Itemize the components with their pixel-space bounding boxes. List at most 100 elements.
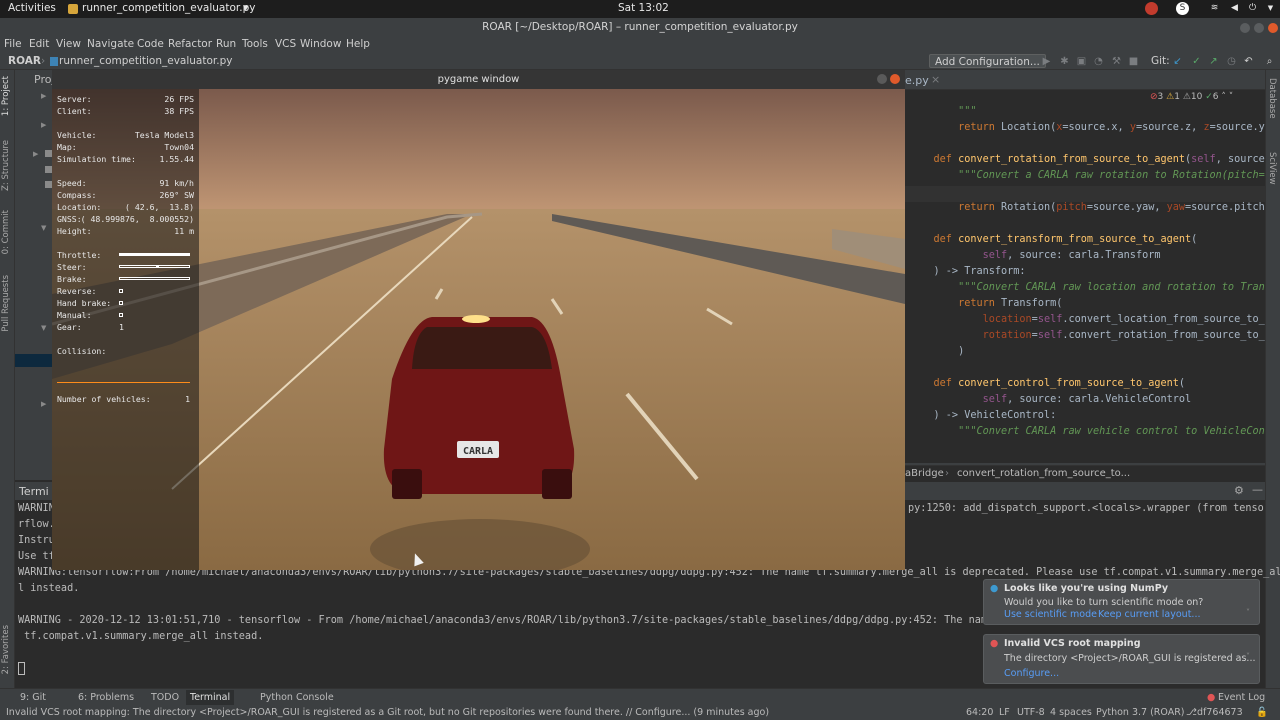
menu-bar: File Edit View Navigate Code Refactor Ru… (0, 36, 1280, 53)
settings-gear-icon[interactable]: ⚙ (1234, 484, 1244, 497)
menu-tools[interactable]: Tools (242, 38, 268, 50)
pygame-close-button[interactable] (890, 74, 900, 84)
minimize-button[interactable] (1240, 23, 1250, 33)
wifi-icon[interactable]: ≋ (1208, 2, 1221, 15)
notification-title: Looks like you're using NumPy (1004, 583, 1169, 594)
menu-window[interactable]: Window (300, 38, 341, 50)
caret-position[interactable]: 64:20 (966, 707, 993, 718)
tab-commit[interactable]: 0: Commit (1, 210, 11, 254)
configure-link[interactable]: Configure... (1004, 668, 1059, 679)
breadcrumb-method[interactable]: convert_rotation_from_source_to... (957, 468, 1130, 479)
tab-problems[interactable]: 6: Problems (78, 692, 134, 703)
tab-event-log[interactable]: Event Log (1218, 692, 1265, 703)
tab-structure[interactable]: Z: Structure (1, 140, 11, 191)
tab-favorites[interactable]: 2: Favorites (1, 625, 11, 674)
tab-sciview[interactable]: SciView (1267, 152, 1277, 185)
git-history-icon[interactable]: ◷ (1226, 56, 1237, 67)
system-menu-chevron-icon[interactable]: ▼ (1264, 2, 1277, 15)
code-line: """Convert a CARLA raw rotation to Rotat… (958, 170, 1265, 181)
build-icon[interactable]: ⚒ (1111, 56, 1122, 67)
breadcrumb-separator: › (41, 55, 46, 67)
pygame-minimize-button[interactable] (877, 74, 887, 84)
maximize-button[interactable] (1254, 23, 1264, 33)
event-log-icon[interactable]: ● (1207, 692, 1215, 703)
chrome-icon[interactable] (1145, 2, 1158, 15)
inspection-widget[interactable]: ⊘3 ⚠1 ⚠10 ✓6 ˄ ˅ (1150, 92, 1233, 102)
terminal-line: rflow. (18, 519, 55, 530)
chevron-down-icon[interactable]: ˅ (1229, 92, 1234, 102)
breadcrumb-file[interactable]: runner_competition_evaluator.py (59, 55, 232, 67)
keep-layout-link[interactable]: Keep current layout... (1098, 609, 1201, 620)
code-line: location=self.convert_location_from_sour… (909, 314, 1265, 325)
caret-row (905, 186, 1265, 202)
breadcrumb-class[interactable]: aBridge (905, 468, 944, 479)
tab-close-icon[interactable]: × (931, 73, 940, 86)
activities-button[interactable]: Activities (8, 2, 56, 14)
debug-icon[interactable]: ✱ (1059, 56, 1070, 67)
profile-icon[interactable]: ◔ (1093, 56, 1104, 67)
selected-tree-row[interactable] (15, 354, 53, 367)
volume-icon[interactable]: ◀ (1228, 2, 1241, 15)
hud-compass: Compass: 269° SW (57, 190, 194, 200)
hud-value: 1 (185, 394, 190, 404)
git-update-icon[interactable]: ↙ (1172, 56, 1183, 67)
menu-vcs[interactable]: VCS (275, 38, 296, 50)
pygame-window-title-bar[interactable]: pygame window (52, 70, 905, 89)
tree-chevron-icon[interactable]: ▼ (41, 324, 46, 332)
add-configuration-button[interactable]: Add Configuration... (929, 54, 1046, 68)
coverage-icon[interactable]: ▣ (1076, 56, 1087, 67)
close-button[interactable] (1268, 23, 1278, 33)
menu-help[interactable]: Help (346, 38, 370, 50)
tab-database[interactable]: Database (1267, 78, 1277, 119)
git-branch[interactable]: df764673 (1197, 707, 1243, 718)
tree-chevron-icon[interactable]: ▶ (33, 150, 38, 158)
menu-run[interactable]: Run (216, 38, 236, 50)
chevron-up-icon[interactable]: ˄ (1221, 92, 1226, 102)
git-rollback-icon[interactable]: ↶ (1243, 56, 1254, 67)
lock-icon[interactable]: 🔓 (1256, 707, 1268, 718)
menu-edit[interactable]: Edit (29, 38, 49, 50)
menu-refactor[interactable]: Refactor (168, 38, 212, 50)
status-message[interactable]: Invalid VCS root mapping: The directory … (6, 707, 769, 718)
tab-pull-requests[interactable]: Pull Requests (1, 275, 11, 332)
tree-chevron-icon[interactable]: ▼ (41, 224, 46, 232)
clock[interactable]: Sat 13:02 (618, 2, 669, 14)
git-push-icon[interactable]: ↗ (1208, 56, 1219, 67)
hud-reverse: Reverse: (57, 286, 194, 296)
menu-navigate[interactable]: Navigate (87, 38, 134, 50)
tab-git[interactable]: 9: Git (20, 692, 46, 703)
editor-tab[interactable]: e.py (905, 74, 929, 87)
power-icon[interactable]: ⏻ (1246, 2, 1259, 15)
tree-chevron-icon[interactable]: ▶ (41, 92, 46, 100)
use-scientific-mode-link[interactable]: Use scientific mode (1004, 609, 1097, 620)
file-encoding[interactable]: UTF-8 (1017, 707, 1045, 718)
python-interpreter[interactable]: Python 3.7 (ROAR) (1096, 707, 1185, 718)
tab-python-console[interactable]: Python Console (260, 692, 334, 703)
menu-file[interactable]: File (4, 38, 22, 50)
tree-chevron-icon[interactable]: ▶ (41, 121, 46, 129)
terminal-title[interactable]: Termi (19, 485, 49, 498)
hud-label: Manual: (57, 310, 92, 320)
warning-count: 1 (1174, 92, 1180, 102)
app-menu[interactable]: runner_competition_evaluator.py (82, 2, 255, 14)
breadcrumb-project[interactable]: ROAR (8, 55, 41, 67)
git-commit-icon[interactable]: ✓ (1191, 56, 1202, 67)
tree-chevron-icon[interactable]: ▶ (41, 400, 46, 408)
tab-terminal[interactable]: Terminal (186, 690, 235, 705)
run-icon[interactable]: ▶ (1041, 56, 1052, 67)
line-separator[interactable]: LF (999, 707, 1010, 718)
tab-project[interactable]: 1: Project (1, 76, 11, 116)
expand-chevron-icon[interactable]: ˅ (1246, 652, 1250, 661)
expand-chevron-icon[interactable]: ˅ (1246, 608, 1250, 617)
hide-panel-icon[interactable]: — (1252, 483, 1263, 496)
code-editor[interactable]: e.py × ⊘3 ⚠1 ⚠10 ✓6 ˄ ˅ """ return Locat… (905, 70, 1265, 465)
menu-view[interactable]: View (56, 38, 81, 50)
search-everywhere-icon[interactable]: ⌕ (1264, 56, 1275, 67)
skype-icon[interactable]: S (1176, 2, 1189, 15)
menu-code[interactable]: Code (137, 38, 164, 50)
tab-todo[interactable]: TODO (151, 692, 179, 703)
stop-icon[interactable]: ■ (1128, 56, 1139, 67)
status-bar: Invalid VCS root mapping: The directory … (0, 706, 1280, 720)
notification-body: Would you like to turn scientific mode o… (1004, 597, 1204, 608)
indent-setting[interactable]: 4 spaces (1050, 707, 1092, 718)
